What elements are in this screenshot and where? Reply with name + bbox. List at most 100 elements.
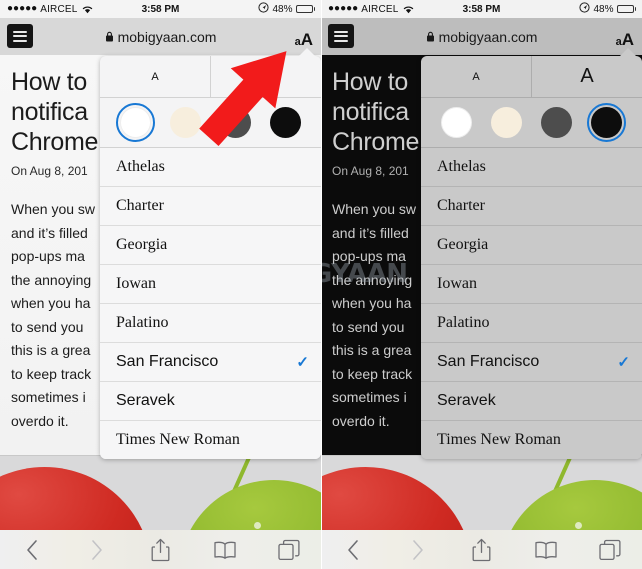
text-size-large-glyph: A: [621, 30, 634, 49]
font-name-label: Seravek: [116, 392, 175, 409]
font-name-label: San Francisco: [437, 353, 540, 370]
bottom-toolbar: [321, 530, 642, 569]
font-list-item[interactable]: Seravek: [421, 381, 642, 420]
font-list-item[interactable]: Iowan: [421, 264, 642, 303]
font-list: Athelas Charter Georgia Iowan Palatino San Fr…: [100, 148, 321, 459]
theme-black-swatch[interactable]: [587, 103, 627, 142]
popover-beak: [298, 48, 316, 57]
font-list-item[interactable]: Seravek: [100, 381, 321, 420]
check-icon: ✓: [617, 354, 630, 371]
theme-black-swatch[interactable]: [270, 107, 302, 138]
text-size-large-glyph: A: [300, 30, 313, 49]
theme-gray-swatch[interactable]: [220, 107, 252, 138]
reader-line: [13, 39, 27, 42]
font-name-label: Charter: [437, 197, 485, 214]
increase-text-size-tab[interactable]: A: [210, 56, 321, 97]
increase-text-size-tab[interactable]: A: [531, 56, 642, 97]
android-head-red-icon: [0, 467, 152, 530]
url-field[interactable]: mobigyaan.com: [0, 18, 321, 55]
bookmarks-button[interactable]: [514, 541, 578, 559]
font-list-item[interactable]: Iowan: [100, 264, 321, 303]
url-text: mobigyaan.com: [438, 28, 538, 45]
bookmarks-button[interactable]: [193, 541, 257, 559]
font-list-item[interactable]: Times New Roman: [100, 420, 321, 459]
check-icon: ✓: [296, 354, 309, 371]
theme-gray-swatch[interactable]: [541, 107, 573, 138]
reader-view-button[interactable]: [328, 24, 354, 48]
share-button[interactable]: [449, 538, 513, 562]
forward-button[interactable]: [64, 539, 128, 561]
font-name-label: Athelas: [437, 158, 486, 175]
theme-sepia-swatch[interactable]: [490, 107, 522, 138]
font-name-label: Seravek: [437, 392, 496, 409]
tabs-button[interactable]: [578, 539, 642, 561]
text-options-popover: A A Athelas Charter Georgia Iowan Palatino San …: [100, 56, 321, 459]
url-bar: mobigyaan.com a A: [0, 18, 321, 55]
theme-white-swatch[interactable]: [115, 103, 155, 142]
theme-white-swatch[interactable]: [440, 107, 472, 138]
android-eye-icon: [575, 522, 582, 529]
share-button[interactable]: [128, 538, 192, 562]
font-list-item[interactable]: Georgia: [421, 225, 642, 264]
font-list-item[interactable]: Palatino: [100, 303, 321, 342]
reader-line: [13, 35, 27, 37]
android-head-red-icon: [321, 467, 473, 530]
back-button[interactable]: [321, 539, 385, 561]
font-name-label: Georgia: [116, 236, 168, 253]
theme-color-row: [421, 98, 642, 148]
font-name-label: Palatino: [116, 314, 169, 331]
font-list-item[interactable]: Times New Roman: [421, 420, 642, 459]
battery-percent-label: 48%: [272, 3, 293, 15]
font-name-label: Iowan: [116, 275, 156, 292]
font-name-label: Georgia: [437, 236, 489, 253]
url-bar: mobigyaan.com a A: [321, 18, 642, 55]
back-button[interactable]: [0, 539, 64, 561]
reader-view-button[interactable]: [7, 24, 33, 48]
url-field[interactable]: mobigyaan.com: [321, 18, 642, 55]
font-list-item[interactable]: Charter: [100, 186, 321, 225]
lock-icon: [105, 29, 114, 45]
decrease-text-size-tab[interactable]: A: [100, 56, 210, 97]
font-list: Athelas Charter Georgia Iowan Palatino San Fr…: [421, 148, 642, 459]
battery-percent-label: 48%: [593, 3, 614, 15]
lock-icon: [426, 29, 435, 45]
bottom-toolbar: [0, 530, 321, 569]
font-list-item[interactable]: Athelas: [100, 148, 321, 186]
forward-button[interactable]: [385, 539, 449, 561]
android-head-green-icon: [500, 480, 642, 530]
reader-line: [334, 35, 348, 37]
font-name-label: Palatino: [437, 314, 490, 331]
decrease-text-size-tab[interactable]: A: [421, 56, 531, 97]
location-arrow-icon: [258, 2, 270, 16]
font-list-item[interactable]: Palatino: [421, 303, 642, 342]
text-size-row: AA: [421, 56, 642, 98]
screenshot-root: ●●●●● AIRCEL 3:58 PM 48% mobigyaan.com a A How …: [0, 0, 642, 569]
status-bar: ●●●●● AIRCEL 3:58 PM 48%: [0, 0, 321, 18]
font-list-item[interactable]: San Francisco ✓: [421, 342, 642, 381]
left-panel: ●●●●● AIRCEL 3:58 PM 48% mobigyaan.com a A How …: [0, 0, 321, 569]
font-name-label: San Francisco: [116, 353, 219, 370]
android-eye-icon: [254, 522, 261, 529]
theme-sepia-swatch[interactable]: [169, 107, 201, 138]
location-arrow-icon: [579, 2, 591, 16]
theme-color-row: [100, 98, 321, 148]
font-list-item[interactable]: San Francisco ✓: [100, 342, 321, 381]
text-options-popover: A A Athelas Charter Georgia Iowan Palatino San …: [421, 56, 642, 459]
url-text: mobigyaan.com: [117, 28, 217, 45]
font-list-item[interactable]: Charter: [421, 186, 642, 225]
reader-line: [334, 30, 348, 33]
status-bar: ●●●●● AIRCEL 3:58 PM 48%: [321, 0, 642, 18]
font-list-item[interactable]: Athelas: [421, 148, 642, 186]
reader-line: [13, 30, 27, 33]
article-image: [321, 455, 642, 530]
font-list-item[interactable]: Georgia: [100, 225, 321, 264]
article-image: [0, 455, 321, 530]
battery-icon: [616, 5, 636, 13]
reader-line: [334, 39, 348, 42]
android-head-green-icon: [179, 480, 321, 530]
text-size-row: AA: [100, 56, 321, 98]
font-name-label: Athelas: [116, 158, 165, 175]
font-name-label: Times New Roman: [116, 431, 240, 448]
tabs-button[interactable]: [257, 539, 321, 561]
battery-icon: [295, 5, 315, 13]
